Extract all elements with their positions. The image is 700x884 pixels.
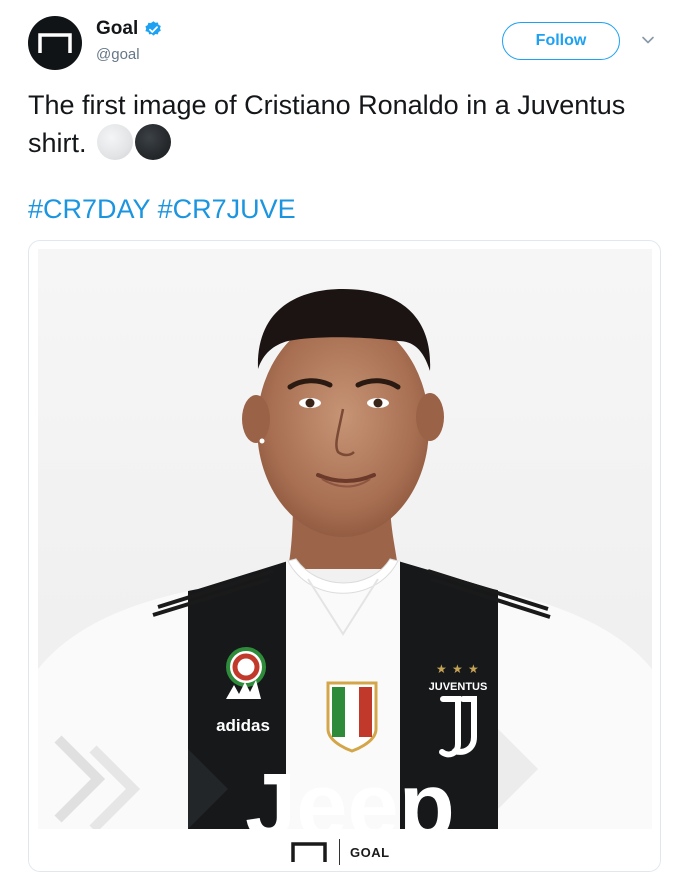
chevron-down-icon[interactable] — [640, 32, 656, 48]
tweet-text: The first image of Cristiano Ronaldo in … — [28, 86, 658, 162]
avatar[interactable] — [28, 16, 82, 70]
black-circle-emoji-icon — [134, 124, 171, 160]
media-card[interactable]: adidas ★ ★ ★ JUVENTUS Jeep GOAL — [28, 240, 661, 872]
goal-logo-icon — [291, 842, 327, 862]
goal-watermark: GOAL — [291, 839, 390, 865]
svg-text:★: ★ — [452, 662, 463, 676]
tweet-photo[interactable]: adidas ★ ★ ★ JUVENTUS Jeep — [38, 249, 652, 829]
svg-text:★: ★ — [468, 662, 479, 676]
jersey-sponsor-text: adidas — [216, 716, 270, 735]
display-name[interactable]: Goal — [96, 18, 138, 40]
user-handle[interactable]: @goal — [96, 46, 140, 63]
svg-text:★: ★ — [436, 662, 447, 676]
follow-button[interactable]: Follow — [502, 22, 620, 60]
watermark-text: GOAL — [350, 844, 390, 860]
jersey-club-text: JUVENTUS — [429, 681, 488, 693]
jersey-front-text: Jeep — [245, 755, 455, 829]
verified-badge-icon — [144, 20, 163, 39]
divider — [339, 839, 340, 865]
goal-logo-icon — [38, 33, 72, 53]
hashtag-link[interactable]: #CR7DAY — [28, 194, 150, 224]
white-circle-emoji-icon — [96, 124, 133, 160]
watermark-strip: GOAL — [29, 829, 660, 871]
hashtag-link[interactable]: #CR7JUVE — [158, 194, 296, 224]
hashtag-line: #CR7DAY #CR7JUVE — [28, 194, 296, 225]
author-name-row: Goal — [96, 18, 163, 40]
